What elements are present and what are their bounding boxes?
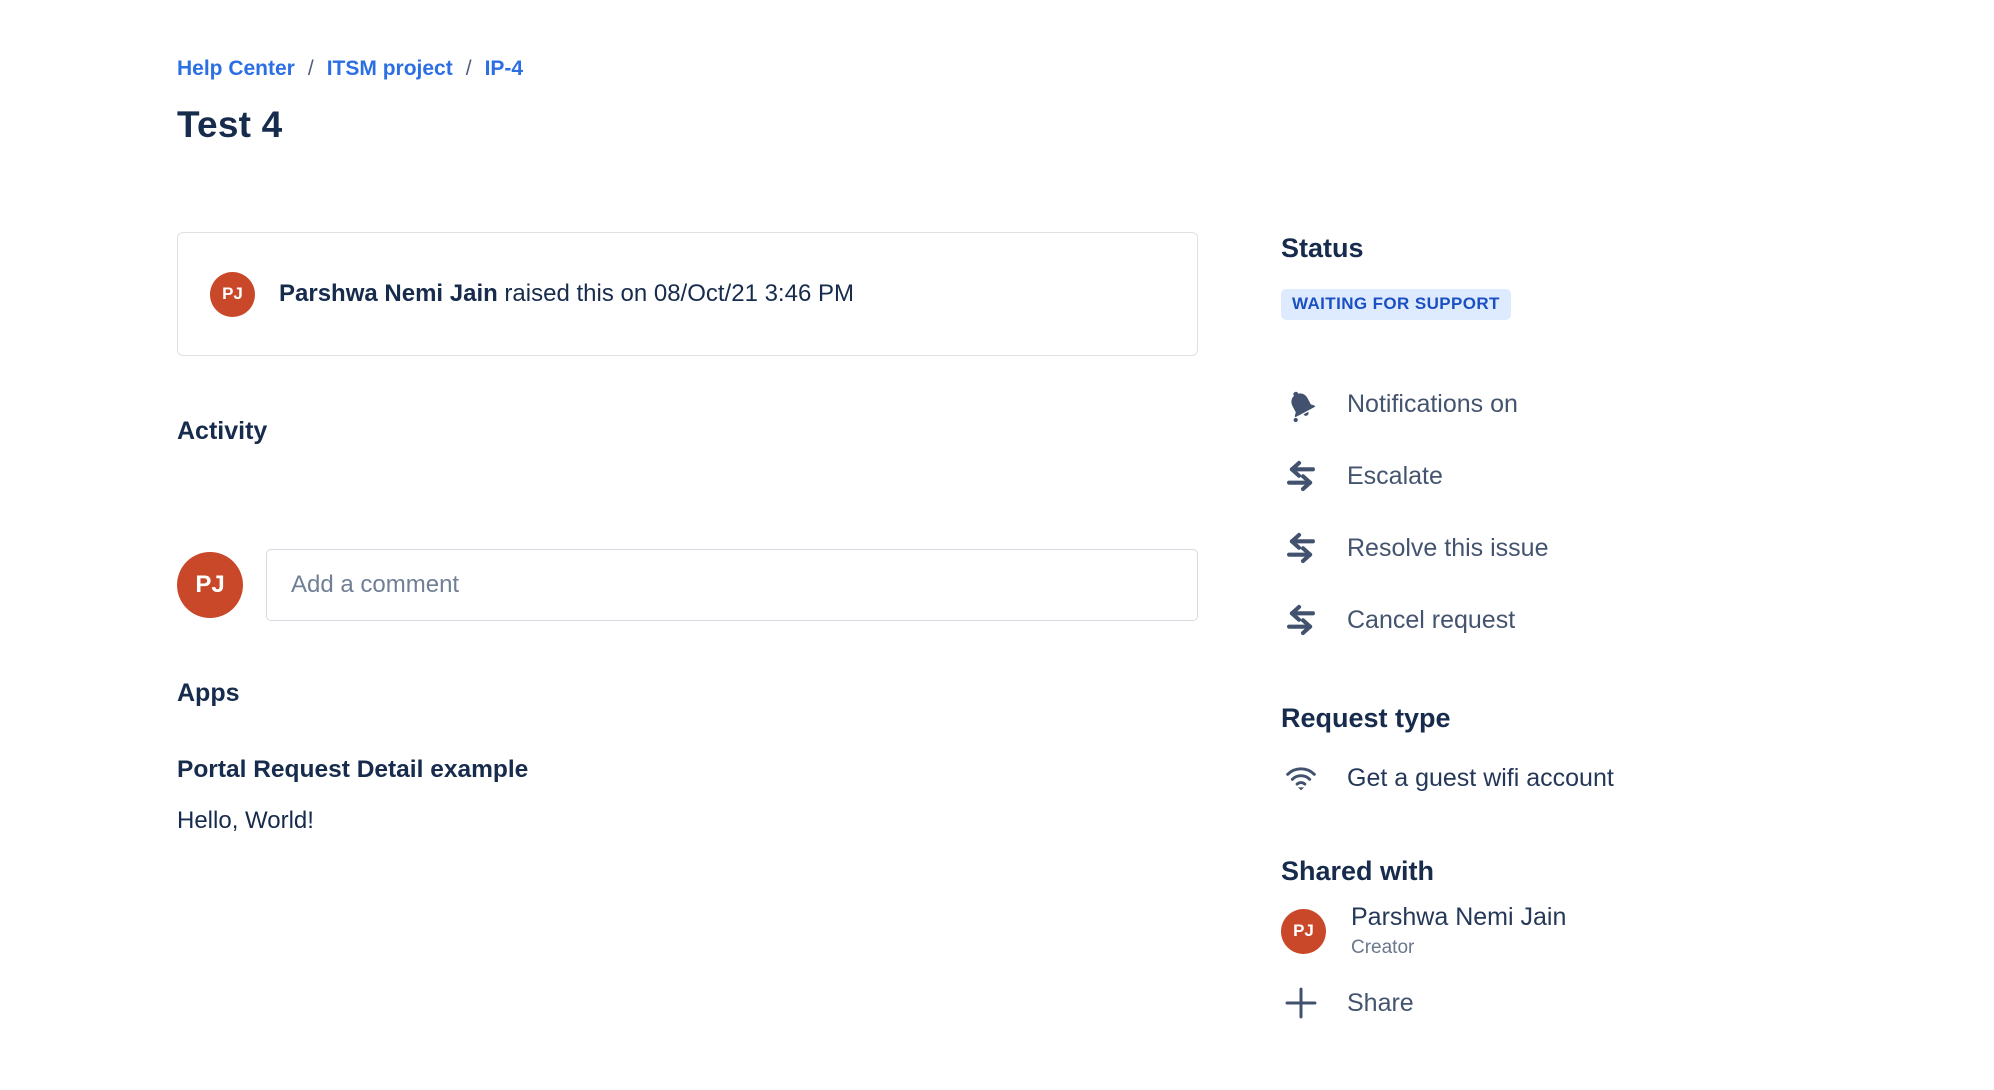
wifi-icon — [1281, 758, 1321, 798]
raised-text: raised this on 08/Oct/21 3:46 PM — [498, 280, 854, 307]
activity-heading: Activity — [177, 416, 1198, 446]
breadcrumb-link-help-center[interactable]: Help Center — [177, 57, 295, 81]
sidebar: Status WAITING FOR SUPPORT Notifications… — [1281, 232, 1901, 1025]
share-button[interactable]: Share — [1281, 981, 1414, 1025]
breadcrumb: Help Center / ITSM project / IP-4 — [177, 56, 1198, 82]
shared-person-row: PJ Parshwa Nemi Jain Creator — [1281, 902, 1901, 960]
page-title: Test 4 — [177, 100, 1198, 150]
bell-icon — [1281, 384, 1321, 424]
reporter-name: Parshwa Nemi Jain — [279, 280, 498, 307]
app-panel-body: Hello, World! — [177, 806, 1198, 836]
status-heading: Status — [1281, 232, 1901, 264]
swap-arrows-icon — [1281, 600, 1321, 640]
shared-person-name: Parshwa Nemi Jain — [1351, 902, 1566, 933]
breadcrumb-link-itsm-project[interactable]: ITSM project — [327, 57, 453, 81]
request-type-heading: Request type — [1281, 702, 1901, 734]
reporter-avatar: PJ — [210, 272, 255, 317]
shared-with-heading: Shared with — [1281, 855, 1901, 887]
breadcrumb-link-issue-key[interactable]: IP-4 — [485, 57, 524, 81]
escalate-button[interactable]: Escalate — [1281, 454, 1901, 498]
shared-person-avatar: PJ — [1281, 909, 1326, 954]
request-detail-page: Help Center / ITSM project / IP-4 Test 4… — [0, 0, 1994, 1090]
request-summary-card: PJ Parshwa Nemi Jain raised this on 08/O… — [177, 232, 1198, 356]
swap-arrows-icon — [1281, 456, 1321, 496]
share-label: Share — [1347, 989, 1414, 1018]
action-label: Resolve this issue — [1347, 534, 1548, 563]
main-column: Help Center / ITSM project / IP-4 Test 4… — [177, 56, 1198, 836]
action-label: Escalate — [1347, 462, 1443, 491]
cancel-request-button[interactable]: Cancel request — [1281, 598, 1901, 642]
apps-heading: Apps — [177, 678, 1198, 708]
breadcrumb-separator: / — [466, 57, 472, 81]
app-panel-title: Portal Request Detail example — [177, 755, 1198, 785]
shared-person-meta: Parshwa Nemi Jain Creator — [1351, 902, 1566, 960]
request-type-label: Get a guest wifi account — [1347, 764, 1614, 793]
shared-person-role: Creator — [1351, 935, 1566, 960]
current-user-avatar: PJ — [177, 552, 243, 618]
add-comment-input[interactable] — [266, 549, 1198, 621]
resolve-issue-button[interactable]: Resolve this issue — [1281, 526, 1901, 570]
comment-row: PJ — [177, 549, 1198, 621]
swap-arrows-icon — [1281, 528, 1321, 568]
status-badge: WAITING FOR SUPPORT — [1281, 289, 1511, 320]
request-actions: Notifications on Escalate — [1281, 382, 1901, 642]
action-label: Cancel request — [1347, 606, 1515, 635]
notifications-toggle-button[interactable]: Notifications on — [1281, 382, 1901, 426]
plus-icon — [1281, 983, 1321, 1023]
breadcrumb-separator: / — [308, 57, 314, 81]
raised-line: Parshwa Nemi Jain raised this on 08/Oct/… — [279, 280, 854, 308]
request-type-row: Get a guest wifi account — [1281, 756, 1901, 800]
action-label: Notifications on — [1347, 390, 1518, 419]
